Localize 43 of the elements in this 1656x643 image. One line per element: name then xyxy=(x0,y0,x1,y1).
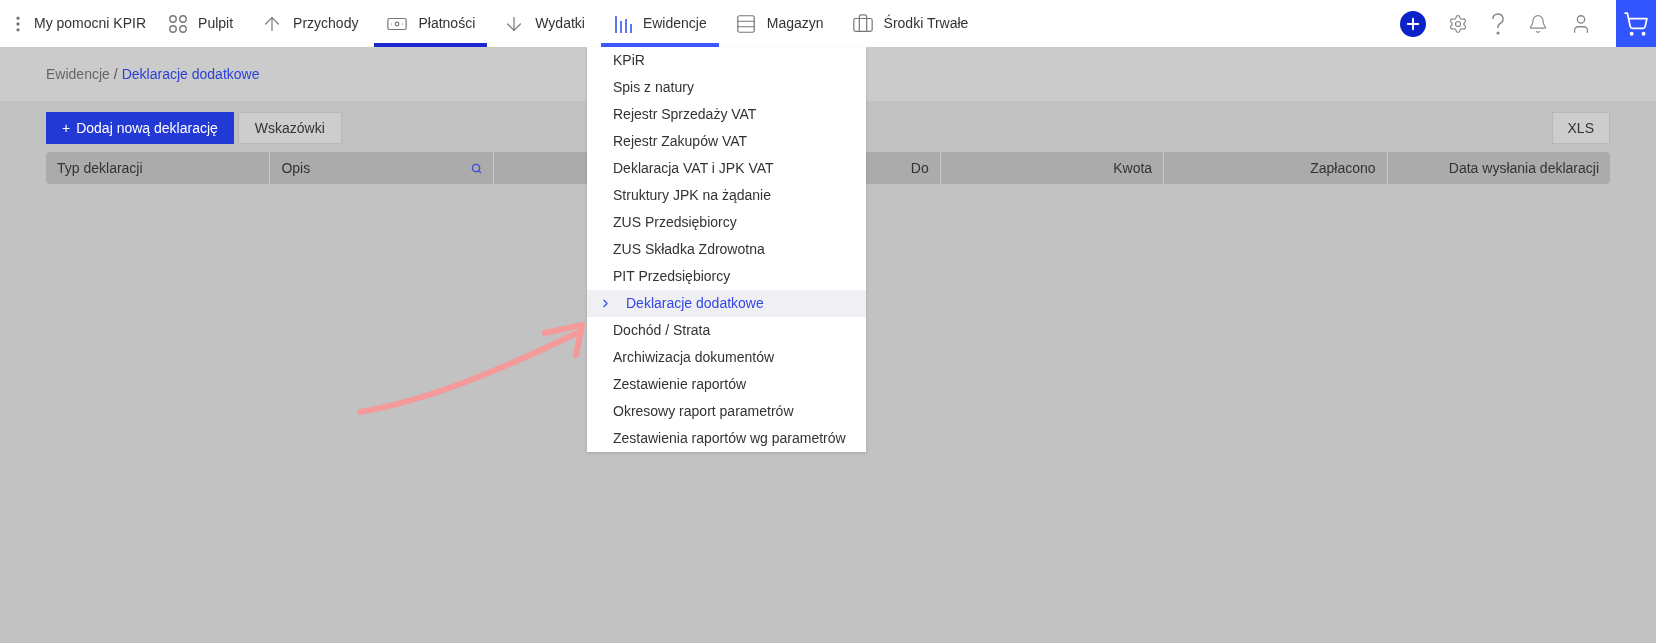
nav-tab[interactable]: Przychody xyxy=(249,0,371,47)
menu-item[interactable]: Spis z natury xyxy=(587,74,866,101)
nav-tab[interactable]: Wydatki xyxy=(491,0,597,47)
column-header[interactable]: Data wysłania deklaracji xyxy=(1386,152,1610,184)
question-mark-icon[interactable] xyxy=(1490,11,1506,36)
column-header[interactable]: Zapłacono xyxy=(1163,152,1387,184)
search-icon[interactable] xyxy=(470,162,482,174)
breadcrumb-link[interactable]: Ewidencje xyxy=(46,63,110,85)
breadcrumb-separator: / xyxy=(113,64,118,84)
column-header[interactable]: Opis xyxy=(269,152,493,184)
menu-item[interactable]: Deklaracja VAT i JPK VAT xyxy=(587,155,866,182)
stacked-rows-icon xyxy=(734,12,757,35)
add-button[interactable] xyxy=(1400,10,1426,37)
menu-item[interactable]: Dochód / Strata xyxy=(587,317,866,344)
menu-item[interactable]: ZUS Przedsiębiorcy xyxy=(587,209,866,236)
menu-item[interactable]: Okresowy raport parametrów xyxy=(587,398,866,425)
menu-item[interactable]: Deklaracje dodatkowe xyxy=(587,290,866,317)
nav-tab[interactable]: Pulpit xyxy=(156,0,246,47)
hints-button[interactable]: Wskazówki xyxy=(237,112,342,144)
app-title[interactable]: My pomocni KPIR xyxy=(34,13,147,34)
menu-item[interactable]: Rejestr Zakupów VAT xyxy=(587,128,866,155)
menu-item[interactable]: Zestawienia raportów wg parametrów xyxy=(587,425,866,452)
column-header[interactable]: Kwota xyxy=(939,152,1164,184)
menu-item[interactable]: Rejestr Sprzedaży VAT xyxy=(587,101,866,128)
breadcrumb-current: Deklaracje dodatkowe xyxy=(121,64,260,84)
briefcase-icon xyxy=(851,12,874,35)
add-declaration-button[interactable]: + Dodaj nową deklarację xyxy=(46,112,234,144)
menu-item[interactable]: Zestawienie raportów xyxy=(587,371,866,398)
menu-item[interactable]: ZUS Składka Zdrowotna xyxy=(587,236,866,263)
menu-item[interactable]: PIT Przedsiębiorcy xyxy=(587,263,866,290)
four-circles-icon xyxy=(168,13,189,34)
menu-item[interactable]: KPiR xyxy=(587,47,866,74)
cart-icon xyxy=(1623,10,1649,37)
settings-icon[interactable] xyxy=(1448,13,1468,34)
menu-item[interactable]: Archiwizacja dokumentów xyxy=(587,344,866,371)
cart-button[interactable] xyxy=(1616,0,1656,47)
bar-chart-icon xyxy=(612,13,633,34)
notifications-icon[interactable] xyxy=(1528,13,1548,34)
menu-item[interactable]: Struktury JPK na żądanie xyxy=(587,182,866,209)
nav-tab[interactable]: Środki Trwałe xyxy=(839,0,981,47)
column-header[interactable]: Typ deklaracji xyxy=(46,152,270,184)
xls-export-button[interactable]: XLS xyxy=(1551,112,1610,144)
nav-tab[interactable]: Magazyn xyxy=(722,0,836,47)
